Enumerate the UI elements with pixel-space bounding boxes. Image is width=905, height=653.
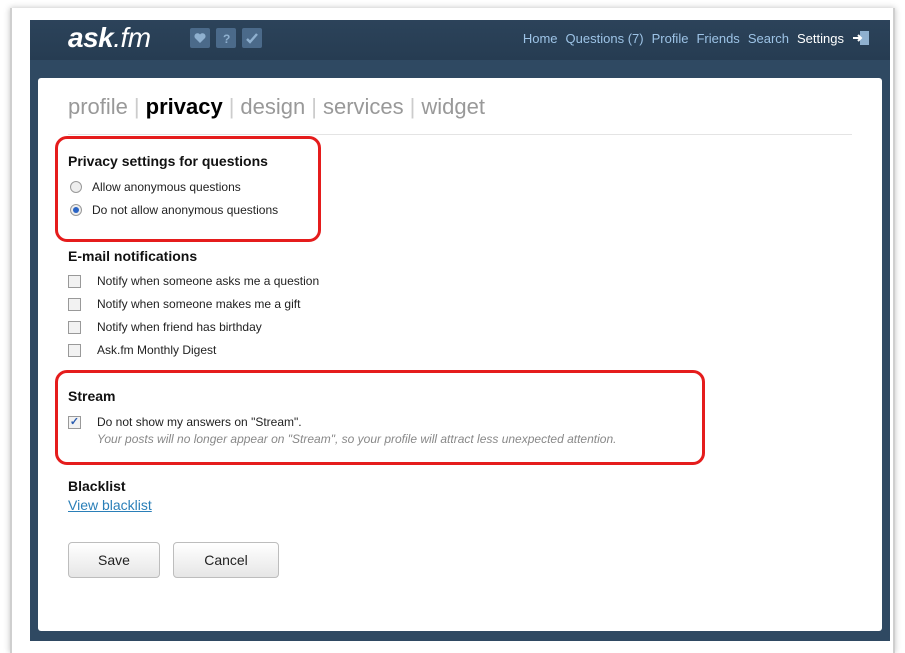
app-window: ask.fm ? Home Questions (7) Profile Frie… (30, 20, 890, 641)
check-icon[interactable] (242, 28, 262, 48)
checkbox-label: Notify when friend has birthday (97, 320, 262, 334)
logo-suffix: .fm (113, 22, 151, 53)
email-option-question[interactable]: Notify when someone asks me a question (68, 274, 319, 288)
nav-home[interactable]: Home (523, 31, 558, 46)
svg-text:?: ? (223, 32, 230, 45)
checkbox[interactable] (68, 343, 81, 357)
blacklist-heading: Blacklist (68, 478, 126, 494)
tab-separator: | (133, 94, 140, 119)
tab-divider (68, 134, 852, 135)
cancel-button[interactable]: Cancel (173, 542, 279, 578)
nav-settings[interactable]: Settings (797, 31, 844, 46)
checkbox-label: Ask.fm Monthly Digest (97, 343, 217, 357)
nav-questions[interactable]: Questions (7) (566, 31, 644, 46)
checkbox[interactable] (68, 297, 81, 311)
top-bar: ask.fm ? Home Questions (7) Profile Frie… (30, 20, 890, 60)
view-blacklist-link[interactable]: View blacklist (68, 497, 152, 513)
tab-profile[interactable]: profile (68, 94, 128, 119)
checkbox-label: Notify when someone makes me a gift (97, 297, 301, 311)
top-icons: ? (190, 28, 262, 48)
settings-tabs: profile | privacy | design | services | widget (68, 94, 485, 120)
tab-separator: | (311, 94, 317, 119)
email-option-digest[interactable]: Ask.fm Monthly Digest (68, 343, 216, 357)
checkbox[interactable] (68, 320, 81, 334)
tab-services[interactable]: services (323, 94, 404, 119)
logo[interactable]: ask.fm (68, 22, 151, 56)
tab-widget[interactable]: widget (421, 94, 485, 119)
email-option-birthday[interactable]: Notify when friend has birthday (68, 320, 262, 334)
tab-separator: | (409, 94, 416, 119)
checkbox[interactable] (68, 274, 81, 288)
email-option-gift[interactable]: Notify when someone makes me a gift (68, 297, 300, 311)
email-heading: E-mail notifications (68, 248, 198, 264)
heart-icon[interactable] (190, 28, 210, 48)
save-button[interactable]: Save (68, 542, 160, 578)
top-nav: Home Questions (7) Profile Friends Searc… (523, 30, 870, 46)
logo-main: ask (68, 22, 114, 53)
checkbox-label: Notify when someone asks me a question (97, 274, 320, 288)
logout-icon[interactable] (852, 30, 870, 46)
highlight-stream (55, 370, 705, 465)
nav-search[interactable]: Search (748, 31, 789, 46)
tab-privacy[interactable]: privacy (146, 94, 223, 119)
tab-separator: | (228, 94, 235, 119)
tab-design[interactable]: design (240, 94, 305, 119)
nav-friends[interactable]: Friends (696, 31, 739, 46)
highlight-privacy (55, 136, 321, 242)
question-icon[interactable]: ? (216, 28, 236, 48)
nav-profile[interactable]: Profile (652, 31, 689, 46)
